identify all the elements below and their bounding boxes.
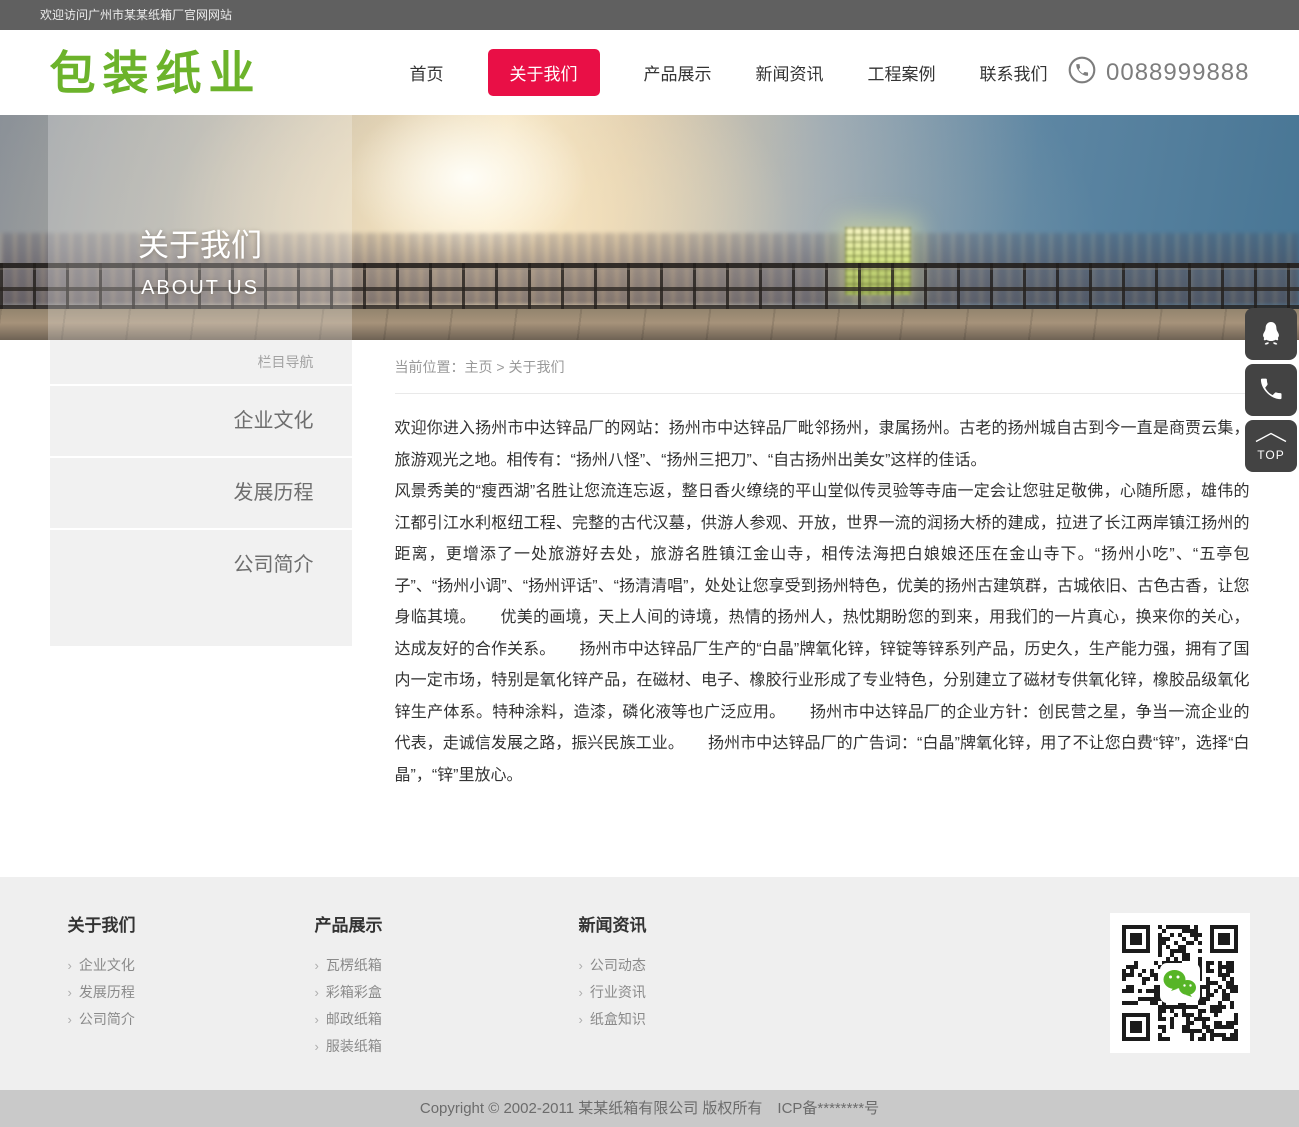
sidebar: 栏目导航 企业文化 发展历程 公司简介 — [50, 340, 352, 648]
footer-link[interactable]: ›瓦楞纸箱 — [315, 952, 579, 979]
footer-col-title: 产品展示 — [315, 911, 579, 936]
qq-contact-button[interactable] — [1245, 308, 1297, 360]
breadcrumb: 当前位置：主页 > 关于我们 — [395, 340, 1250, 394]
nav-item-home[interactable]: 首页 — [410, 60, 444, 85]
footer-link[interactable]: ›公司简介 — [68, 1006, 315, 1033]
main-nav: 首页 关于我们 产品展示 新闻资讯 工程案例 联系我们 — [410, 49, 1048, 96]
footer-link[interactable]: ›服装纸箱 — [315, 1033, 579, 1060]
phone-handset-icon — [1258, 376, 1284, 405]
chevron-right-icon: › — [579, 1012, 583, 1027]
breadcrumb-separator: > — [496, 359, 504, 375]
chevron-right-icon: › — [315, 958, 319, 973]
header-phone: 0088999888 — [1067, 55, 1249, 90]
footer-link[interactable]: ›纸盒知识 — [579, 1006, 843, 1033]
sidebar-header: 栏目导航 — [50, 340, 352, 384]
topbar: 欢迎访问广州市某某纸箱厂官网网站 — [0, 0, 1299, 30]
chevron-right-icon: › — [579, 958, 583, 973]
banner-caption: 关于我们 ABOUT US — [48, 220, 352, 300]
article-paragraph: 风景秀美的“瘦西湖”名胜让您流连忘返，整日香火缭绕的平山堂似传灵验等寺庙一定会让… — [395, 476, 1250, 791]
chevron-right-icon: › — [579, 985, 583, 1000]
page-banner: 关于我们 ABOUT US — [0, 115, 1299, 340]
footer-link[interactable]: ›行业资讯 — [579, 979, 843, 1006]
footer-col-title: 新闻资讯 — [579, 911, 843, 936]
breadcrumb-home-link[interactable]: 主页 — [465, 359, 493, 375]
footer-link[interactable]: ›企业文化 — [68, 952, 315, 979]
phone-circle-icon — [1067, 55, 1097, 90]
chevron-right-icon: › — [68, 958, 72, 973]
sidebar-item-culture[interactable]: 企业文化 — [50, 386, 352, 456]
header: 包装纸业 首页 关于我们 产品展示 新闻资讯 工程案例 联系我们 0088999… — [0, 30, 1299, 115]
breadcrumb-current: 关于我们 — [508, 359, 564, 375]
copyright-bar: Copyright © 2002-2011 某某纸箱有限公司 版权所有 ICP备… — [0, 1090, 1299, 1127]
sidebar-item-history[interactable]: 发展历程 — [50, 458, 352, 528]
footer-col-news: 新闻资讯 ›公司动态 ›行业资讯 ›纸盒知识 — [579, 911, 843, 1060]
footer-col-about: 关于我们 ›企业文化 ›发展历程 ›公司简介 — [68, 911, 315, 1060]
floating-toolbar: TOP — [1245, 308, 1297, 472]
chevron-right-icon: › — [315, 1039, 319, 1054]
chevron-right-icon: › — [315, 985, 319, 1000]
nav-item-products[interactable]: 产品展示 — [644, 60, 712, 85]
site-logo[interactable]: 包装纸业 — [50, 50, 262, 96]
chevron-right-icon: › — [315, 1012, 319, 1027]
footer-col-title: 关于我们 — [68, 911, 315, 936]
footer-link[interactable]: ›发展历程 — [68, 979, 315, 1006]
footer: 关于我们 ›企业文化 ›发展历程 ›公司简介 产品展示 ›瓦楞纸箱 ›彩箱彩盒 … — [0, 877, 1299, 1090]
wechat-icon — [1160, 963, 1200, 1003]
breadcrumb-prefix: 当前位置： — [395, 359, 465, 375]
wechat-qr-code — [1110, 913, 1250, 1053]
footer-link[interactable]: ›彩箱彩盒 — [315, 979, 579, 1006]
chevron-right-icon: › — [68, 1012, 72, 1027]
chevron-right-icon: › — [68, 985, 72, 1000]
welcome-text: 欢迎访问广州市某某纸箱厂官网网站 — [40, 8, 232, 22]
qq-penguin-icon — [1257, 319, 1285, 350]
back-to-top-button[interactable]: TOP — [1245, 420, 1297, 472]
main-column: 当前位置：主页 > 关于我们 欢迎你进入扬州市中达锌品厂的网站：扬州市中达锌品厂… — [395, 340, 1250, 791]
nav-item-about[interactable]: 关于我们 — [488, 49, 600, 96]
footer-col-products: 产品展示 ›瓦楞纸箱 ›彩箱彩盒 ›邮政纸箱 ›服装纸箱 — [315, 911, 579, 1060]
nav-item-cases[interactable]: 工程案例 — [868, 60, 936, 85]
back-to-top-label: TOP — [1257, 448, 1284, 462]
banner-title: 关于我们 — [48, 220, 352, 265]
phone-contact-button[interactable] — [1245, 364, 1297, 416]
nav-item-news[interactable]: 新闻资讯 — [756, 60, 824, 85]
content-area: 栏目导航 企业文化 发展历程 公司简介 当前位置：主页 > 关于我们 欢迎你进入… — [50, 340, 1250, 865]
chevron-up-icon — [1253, 431, 1289, 446]
sidebar-item-profile[interactable]: 公司简介 — [50, 530, 352, 646]
copyright-text: Copyright © 2002-2011 某某纸箱有限公司 版权所有 ICP备… — [420, 1100, 879, 1117]
footer-link[interactable]: ›邮政纸箱 — [315, 1006, 579, 1033]
nav-item-contact[interactable]: 联系我们 — [980, 60, 1048, 85]
footer-link[interactable]: ›公司动态 — [579, 952, 843, 979]
about-article: 欢迎你进入扬州市中达锌品厂的网站：扬州市中达锌品厂毗邻扬州，隶属扬州。古老的扬州… — [395, 413, 1250, 791]
banner-subtitle: ABOUT US — [48, 277, 352, 300]
phone-number: 0088999888 — [1106, 59, 1249, 87]
article-paragraph: 欢迎你进入扬州市中达锌品厂的网站：扬州市中达锌品厂毗邻扬州，隶属扬州。古老的扬州… — [395, 413, 1250, 476]
